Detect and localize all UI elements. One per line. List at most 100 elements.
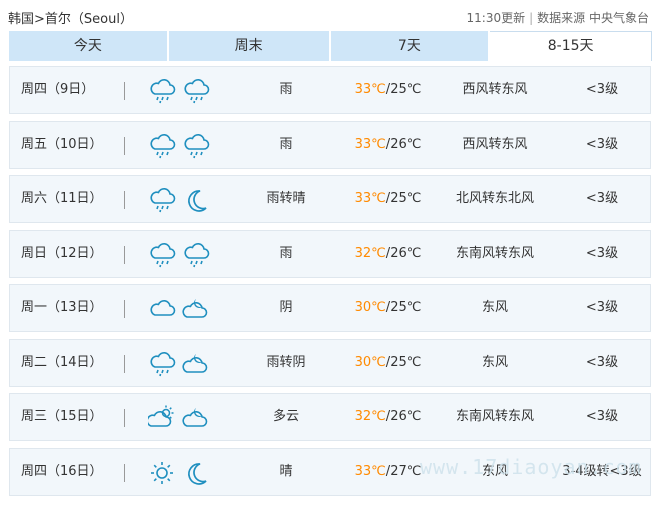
row-divider	[124, 136, 125, 155]
cloudy-night-icon	[182, 295, 210, 323]
temp-high: 30℃	[354, 354, 386, 370]
temp-low: 26℃	[390, 136, 422, 152]
forecast-row: 周四（16日） 晴 33℃/27℃ 东风 3-4级转<3级	[9, 447, 651, 496]
wind-direction: 西风转东风	[462, 82, 528, 97]
tab-today[interactable]: 今天	[9, 31, 167, 61]
forecast-day: 周四（9日）	[21, 82, 95, 97]
wind-direction: 北风转东北风	[455, 191, 534, 206]
wind-direction: 东风	[481, 300, 508, 315]
temp-high: 30℃	[354, 300, 386, 315]
weather-icons	[148, 295, 218, 323]
overcast-cloud-icon	[148, 295, 176, 323]
temp-low: 25℃	[390, 354, 422, 370]
wind-level: <3级	[585, 245, 619, 261]
forecast-day: 周六（11日）	[21, 191, 103, 206]
row-divider	[124, 300, 125, 318]
temp-high: 33℃	[354, 82, 386, 97]
temperature-range: 33℃/25℃	[348, 176, 428, 222]
forecast-row: 周五（10日） 雨 33℃/26℃ 西风转东风 <3级	[9, 120, 651, 169]
weather-description: 雨	[279, 245, 293, 261]
forecast-row: 周日（12日） 雨 32℃/26℃ 东南风转东风 <3级	[9, 229, 651, 278]
wind-level: <3级	[585, 191, 619, 206]
rain-cloud-icon	[148, 350, 176, 378]
tab-8-15-days[interactable]: 8-15天	[490, 31, 652, 61]
wind-level: <3级	[585, 409, 619, 424]
weather-icons	[148, 404, 218, 432]
row-divider	[124, 245, 125, 264]
weather-icons	[148, 77, 218, 105]
wind-level: <3级	[585, 136, 619, 152]
weather-description: 雨	[279, 136, 293, 152]
forecast-list: 周四（9日）雨 33℃/25℃ 西风转东风 <3级 周五（10日）雨 33℃/26℃ 西风转…	[9, 66, 651, 502]
forecast-day: 周三（15日）	[21, 409, 103, 424]
tab-weekend[interactable]: 周末	[168, 31, 329, 61]
weather-description: 多云	[272, 409, 299, 424]
wind-level: <3级	[585, 354, 619, 370]
temp-high: 33℃	[354, 463, 386, 479]
rain-cloud-icon	[148, 132, 176, 160]
header-bar: 韩国>首尔（Seoul） 11:30更新 | 数据来源 中央气象台	[0, 0, 655, 30]
sun-icon	[148, 459, 176, 487]
temperature-range: 30℃/25℃	[348, 285, 428, 331]
temperature-range: 33℃/26℃	[348, 122, 428, 168]
temp-high: 32℃	[354, 245, 386, 261]
forecast-day: 周二（14日）	[21, 354, 103, 370]
wind-level: <3级	[585, 300, 619, 315]
update-meta: 11:30更新 | 数据来源 中央气象台	[467, 9, 649, 26]
partly-cloudy-icon	[148, 404, 176, 432]
forecast-tabs: 今天 周末 7天 8-15天	[9, 31, 652, 61]
temp-low: 26℃	[390, 409, 422, 424]
rain-cloud-icon	[182, 132, 210, 160]
weather-description: 阴	[279, 300, 293, 315]
wind-level: 3-4级转<3级	[562, 463, 642, 479]
wind-direction: 东风	[481, 463, 508, 479]
row-divider	[124, 463, 125, 482]
rain-cloud-icon	[148, 241, 176, 269]
temperature-range: 32℃/26℃	[348, 394, 428, 440]
weather-description: 晴	[279, 463, 293, 479]
moon-icon	[182, 186, 210, 214]
row-divider	[124, 191, 125, 209]
temp-low: 26℃	[390, 245, 422, 261]
forecast-day: 周一（13日）	[21, 300, 103, 315]
rain-cloud-icon	[182, 241, 210, 269]
forecast-row: 周二（14日） 雨转阴 30℃/25℃ 东风 <3级	[9, 338, 651, 387]
row-divider	[124, 409, 125, 427]
wind-direction: 东南风转东风	[455, 245, 534, 261]
row-divider	[124, 354, 125, 373]
wind-direction: 东风	[481, 354, 508, 370]
rain-cloud-icon	[148, 186, 176, 214]
temp-high: 33℃	[354, 191, 386, 206]
temp-high: 33℃	[354, 136, 386, 152]
meta-separator: |	[529, 11, 534, 25]
weather-icons	[148, 186, 218, 214]
temperature-range: 30℃/25℃	[348, 340, 428, 386]
forecast-day: 周五（10日）	[21, 136, 103, 152]
weather-description: 雨	[279, 82, 293, 97]
weather-icons	[148, 241, 218, 269]
wind-level: <3级	[585, 82, 619, 97]
cloudy-night-icon	[182, 350, 210, 378]
temp-low: 27℃	[390, 463, 422, 479]
data-source: 数据来源 中央气象台	[537, 11, 649, 25]
cloudy-night-icon	[182, 404, 210, 432]
forecast-row: 周四（9日） 雨 33℃/25℃ 西风转东风 <3级	[9, 66, 651, 114]
moon-icon	[182, 459, 210, 487]
temperature-range: 33℃/25℃	[348, 67, 428, 113]
update-time: 11:30更新	[466, 11, 526, 25]
tab-7-days[interactable]: 7天	[330, 31, 489, 61]
breadcrumb[interactable]: 韩国>首尔（Seoul）	[8, 8, 133, 27]
forecast-row: 周一（13日） 阴 30℃/25℃ 东风 <3级	[9, 284, 651, 332]
temp-high: 32℃	[354, 409, 386, 424]
forecast-row: 周三（15日） 多云 32℃/26℃ 东南风转东风 <3级	[9, 393, 651, 441]
rain-cloud-icon	[148, 77, 176, 105]
temp-low: 25℃	[390, 300, 422, 315]
weather-description: 雨转阴	[266, 354, 306, 370]
temperature-range: 33℃/27℃	[348, 449, 428, 495]
wind-direction: 西风转东风	[462, 136, 528, 152]
temperature-range: 32℃/26℃	[348, 231, 428, 277]
temp-low: 25℃	[390, 82, 422, 97]
forecast-day: 周日（12日）	[21, 245, 103, 261]
row-divider	[124, 82, 125, 100]
weather-icons	[148, 350, 218, 378]
